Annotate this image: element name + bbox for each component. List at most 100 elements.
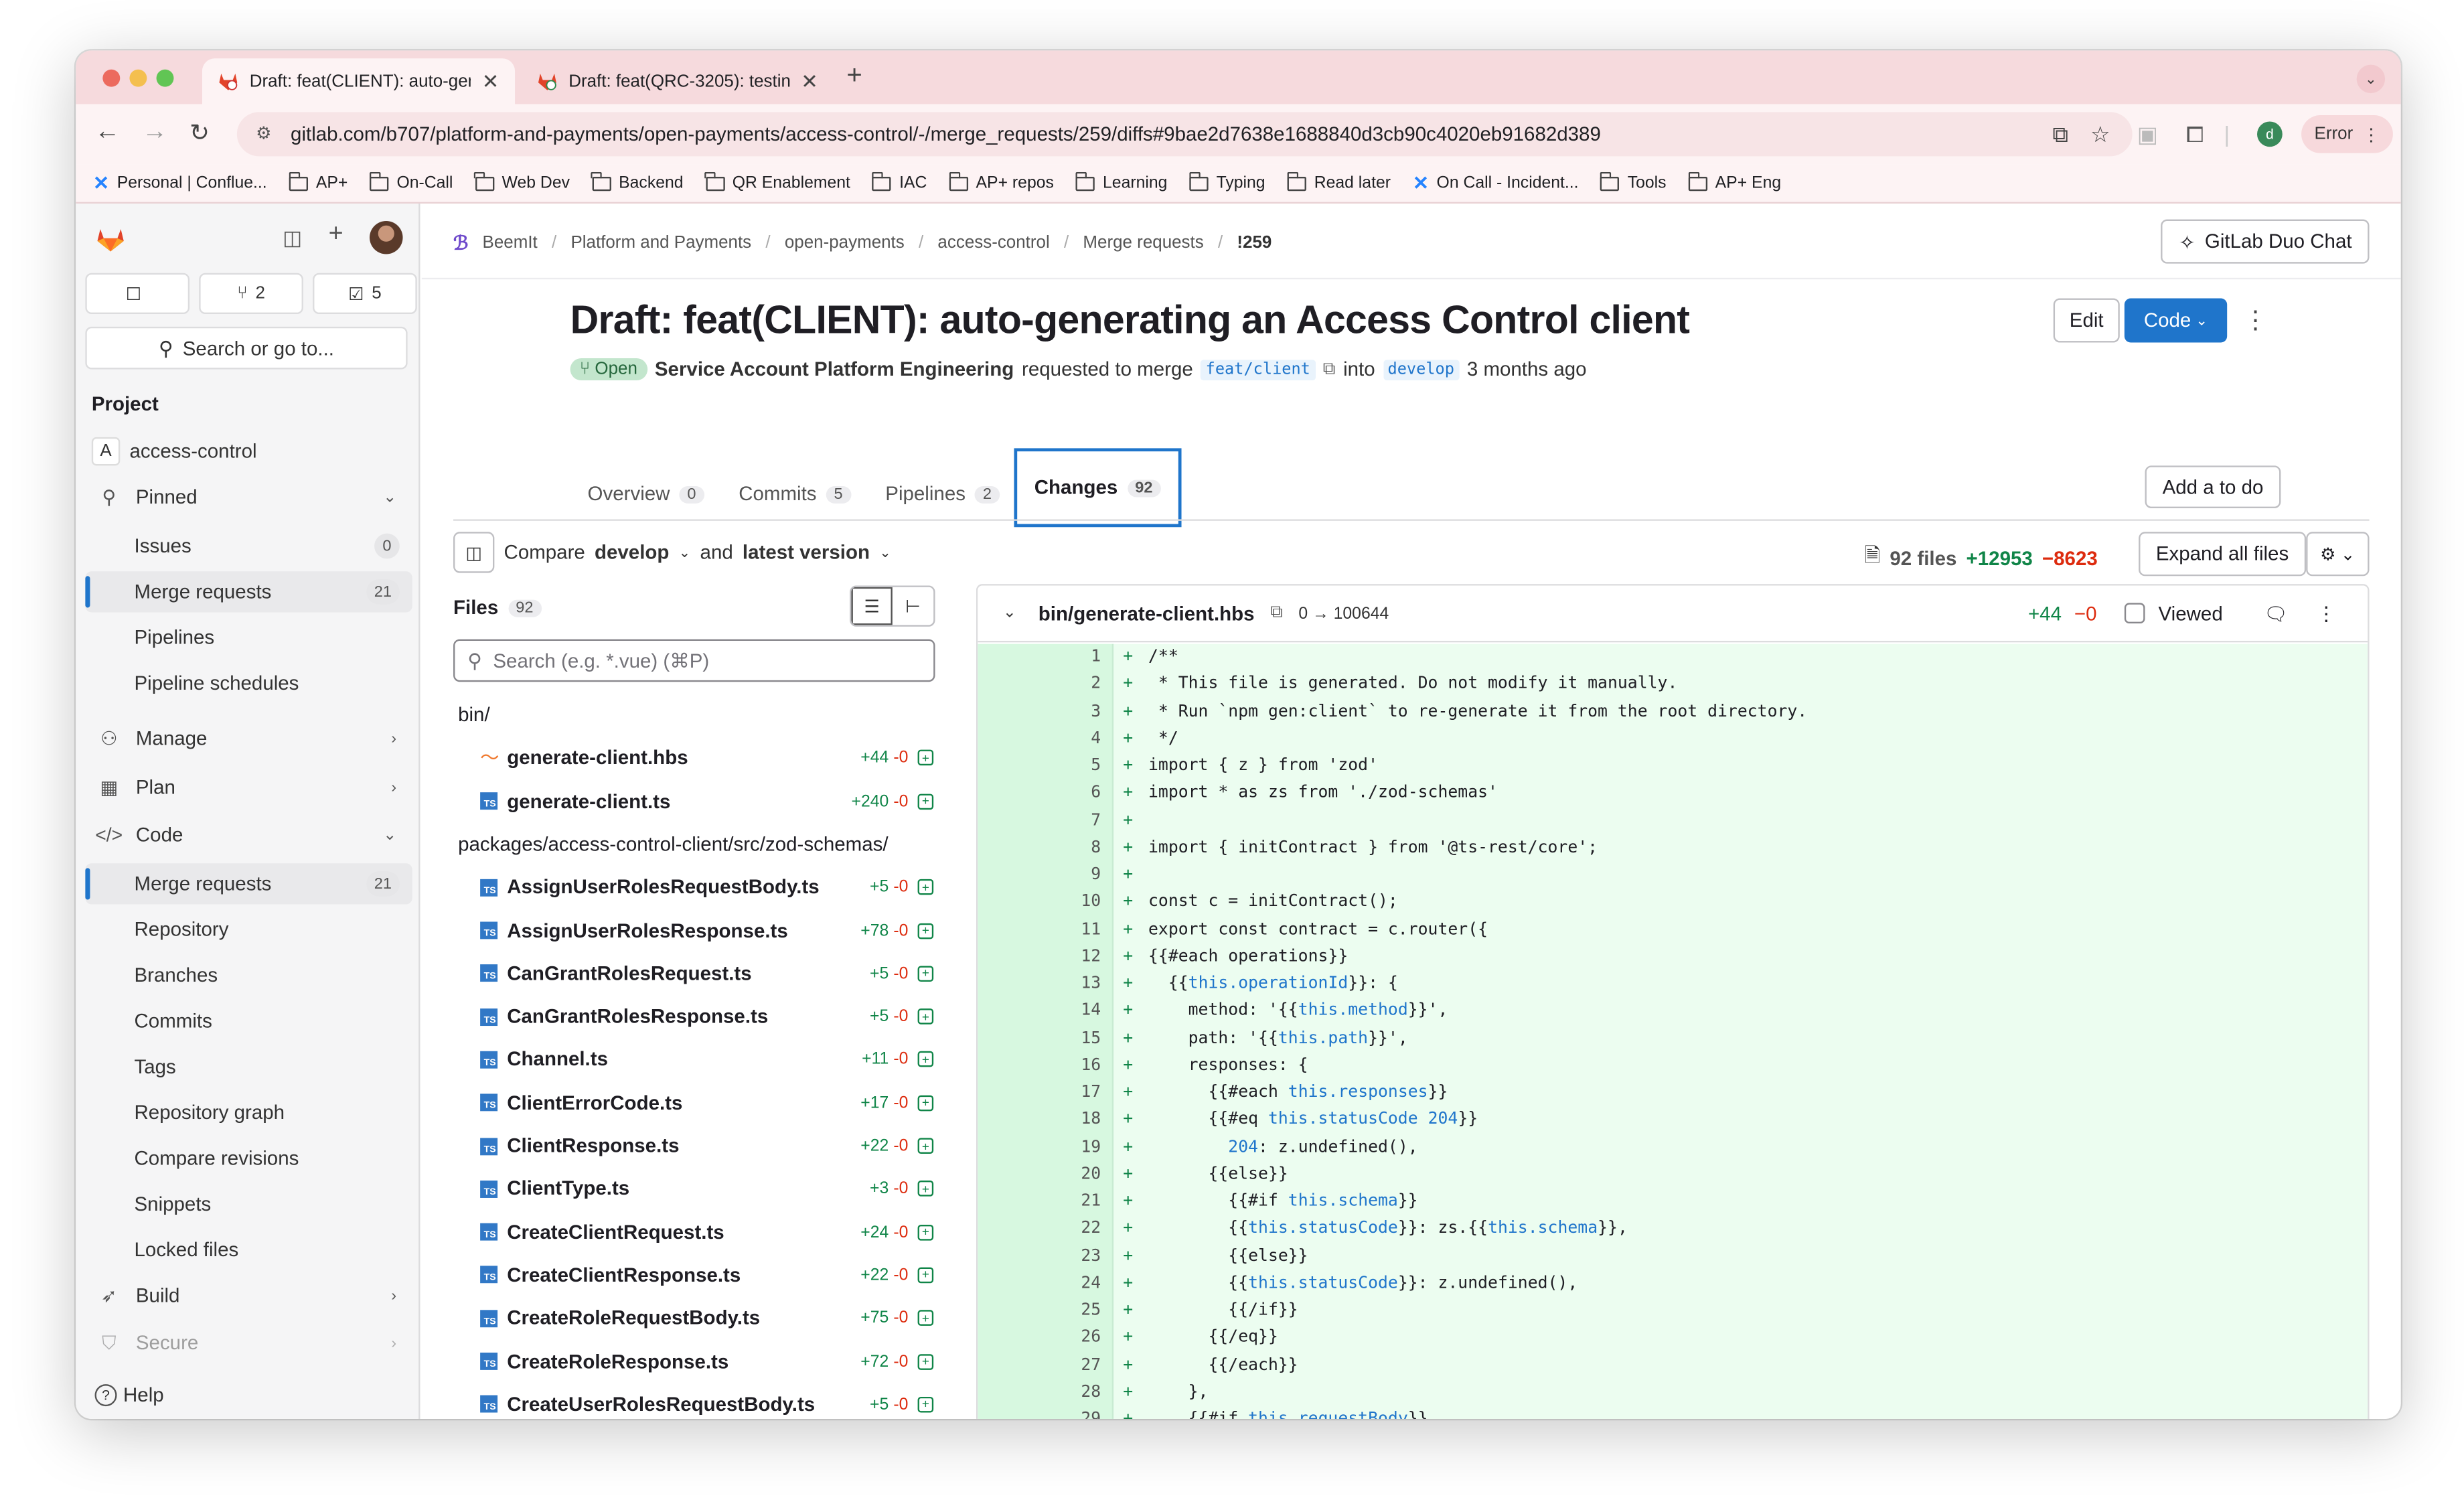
sidebar-item-code[interactable]: </> Code ⌄ [85,814,412,855]
diff-line[interactable]: 1 + /** [978,644,2368,671]
sidebar-item-snippets[interactable]: Snippets [85,1184,412,1225]
diff-line[interactable]: 28 + }, [978,1379,2368,1406]
project-link[interactable]: A access-control [85,431,412,471]
chevron-down-icon[interactable]: ⌄ [1003,605,1016,622]
bookmark-item[interactable]: Read later [1286,171,1391,193]
expand-all-files-button[interactable]: Expand all files [2138,532,2307,577]
bookmark-item[interactable]: AP+ [289,171,348,193]
breadcrumb-item[interactable]: Merge requests [1083,234,1203,252]
tree-file[interactable]: TS ClientErrorCode.ts +17 -0 + [453,1084,943,1122]
line-number[interactable]: 9 [978,862,1101,889]
sidebar-item-secure[interactable]: ⛉ Secure › [85,1322,412,1363]
bookmark-star-icon[interactable]: ☆ [2090,121,2110,148]
line-number[interactable]: 28 [978,1379,1101,1406]
line-number[interactable]: 6 [978,780,1101,807]
line-number[interactable]: 13 [978,971,1101,998]
install-app-icon[interactable]: ⧉ [2052,121,2068,148]
line-number[interactable]: 3 [978,698,1101,725]
diff-line[interactable]: 23 + {{else}} [978,1243,2368,1270]
diff-line[interactable]: 17 + {{#each this.responses}} [978,1079,2368,1106]
line-number[interactable]: 29 [978,1406,1101,1419]
line-number[interactable]: 18 [978,1107,1101,1134]
diff-line[interactable]: 3 + * Run `npm gen:client` to re-generate… [978,698,2368,725]
bookmark-item[interactable]: ✕ On Call - Incident... [1413,172,1579,194]
diff-file-path[interactable]: bin/generate-client.hbs [1038,602,1255,624]
diff-line[interactable]: 11 + export const contract = c.router({ [978,916,2368,943]
sidebar-item-tags[interactable]: Tags [85,1047,412,1087]
create-new-icon[interactable]: + [329,221,343,249]
browser-tab[interactable]: Draft: feat(QRC-3205): testin ✕ [521,58,834,104]
bookmark-item[interactable]: Typing [1188,171,1265,193]
more-actions-icon[interactable]: ⋮ [2316,601,2335,625]
diff-line[interactable]: 13 + {{this.operationId}}: { [978,971,2368,998]
diff-line[interactable]: 8 + import { initContract } from '@ts-rest… [978,834,2368,861]
tree-file[interactable]: TS CreateClientResponse.ts +22 -0 + [453,1256,943,1294]
diff-line[interactable]: 4 + */ [978,726,2368,753]
line-number[interactable]: 1 [978,644,1101,671]
sidebar-item-manage[interactable]: ⚇ Manage › [85,718,412,759]
bookmark-item[interactable]: Backend [591,171,684,193]
base-version-dropdown[interactable]: develop [595,541,669,563]
tab-pipelines[interactable]: Pipelines 2 [868,469,1016,519]
code-dropdown-button[interactable]: Code ⌄ [2124,298,2228,343]
line-number[interactable]: 23 [978,1243,1101,1270]
line-number[interactable]: 24 [978,1270,1101,1297]
error-button[interactable]: Error ⋮ [2301,115,2393,153]
diff-line[interactable]: 24 + {{this.statusCode}}: z.undefined(), [978,1270,2368,1297]
more-actions-icon[interactable]: ⋮ [2243,305,2268,336]
browser-tab-active[interactable]: Draft: feat(CLIENT): auto-gen ✕ [202,58,516,104]
close-tab-icon[interactable]: ✕ [801,69,818,94]
tab-changes[interactable]: Changes 92 [1014,448,1181,528]
tab-commits[interactable]: Commits 5 [721,469,868,519]
edit-button[interactable]: Edit [2053,298,2120,343]
close-tab-icon[interactable]: ✕ [482,69,499,94]
bookmark-item[interactable]: AP+ Eng [1687,171,1781,193]
tree-file[interactable]: TS CreateClientRequest.ts +24 -0 + [453,1213,943,1252]
tree-file[interactable]: TS generate-client.ts +240 -0 + [453,782,943,820]
site-info-icon[interactable]: ⚙ [256,123,271,143]
diff-line[interactable]: 20 + {{else}} [978,1161,2368,1188]
copy-icon[interactable]: ⧉ [1323,359,1336,380]
tree-file[interactable]: TS CanGrantRolesResponse.ts +5 -0 + [453,998,943,1036]
diff-line[interactable]: 2 + * This file is generated. Do not modi… [978,671,2368,698]
bookmark-item[interactable]: On-Call [369,171,453,193]
line-number[interactable]: 7 [978,808,1101,834]
user-avatar[interactable] [370,220,403,254]
line-number[interactable]: 12 [978,943,1101,970]
sidebar-item-merge-requests-pinned[interactable]: Merge requests 21 [85,571,412,613]
line-number[interactable]: 10 [978,889,1101,916]
breadcrumb-item[interactable]: Platform and Payments [570,234,751,252]
diff-line[interactable]: 14 + method: '{{this.method}}', [978,998,2368,1025]
back-icon[interactable]: ← [95,119,121,147]
comment-icon[interactable]: 🗨 [2264,602,2288,624]
list-view-icon[interactable]: ☰ [851,587,893,625]
extensions-puzzle-icon[interactable]: ⧠ [2186,121,2204,148]
sidebar-item-build[interactable]: ➶ Build › [85,1275,412,1316]
source-branch[interactable]: feat/client [1201,359,1315,380]
diff-line[interactable]: 12 + {{#each operations}} [978,943,2368,970]
line-number[interactable]: 27 [978,1352,1101,1379]
diff-line[interactable]: 18 + {{#eq this.statusCode 204}} [978,1107,2368,1134]
reload-icon[interactable]: ↻ [189,119,210,147]
diff-line[interactable]: 21 + {{#if this.schema}} [978,1189,2368,1215]
bookmark-item[interactable]: IAC [872,171,927,193]
head-version-dropdown[interactable]: latest version [743,541,870,563]
diff-line[interactable]: 9 + [978,862,2368,889]
diff-line[interactable]: 27 + {{/each}} [978,1352,2368,1379]
tree-file[interactable]: TS Channel.ts +11 -0 + [453,1041,943,1079]
sidebar-item-plan[interactable]: ▦ Plan › [85,767,412,808]
line-number[interactable]: 2 [978,671,1101,698]
help-button[interactable]: ? Help [94,1384,164,1407]
bookmark-item[interactable]: QR Enablement [704,171,850,193]
tree-file[interactable]: TS CreateRoleResponse.ts +72 -0 + [453,1343,943,1381]
line-number[interactable]: 14 [978,998,1101,1025]
line-number[interactable]: 17 [978,1079,1101,1106]
forward-icon[interactable]: → [142,119,167,147]
gitlab-duo-chat-button[interactable]: ✧ GitLab Duo Chat [2161,219,2370,264]
line-number[interactable]: 22 [978,1215,1101,1242]
line-number[interactable]: 16 [978,1053,1101,1079]
merge-requests-count-button[interactable]: ⑂ 2 [199,273,303,315]
sidebar-item-compare-revisions[interactable]: Compare revisions [85,1138,412,1179]
bookmark-item[interactable]: AP+ repos [948,171,1054,193]
line-number[interactable]: 20 [978,1161,1101,1188]
